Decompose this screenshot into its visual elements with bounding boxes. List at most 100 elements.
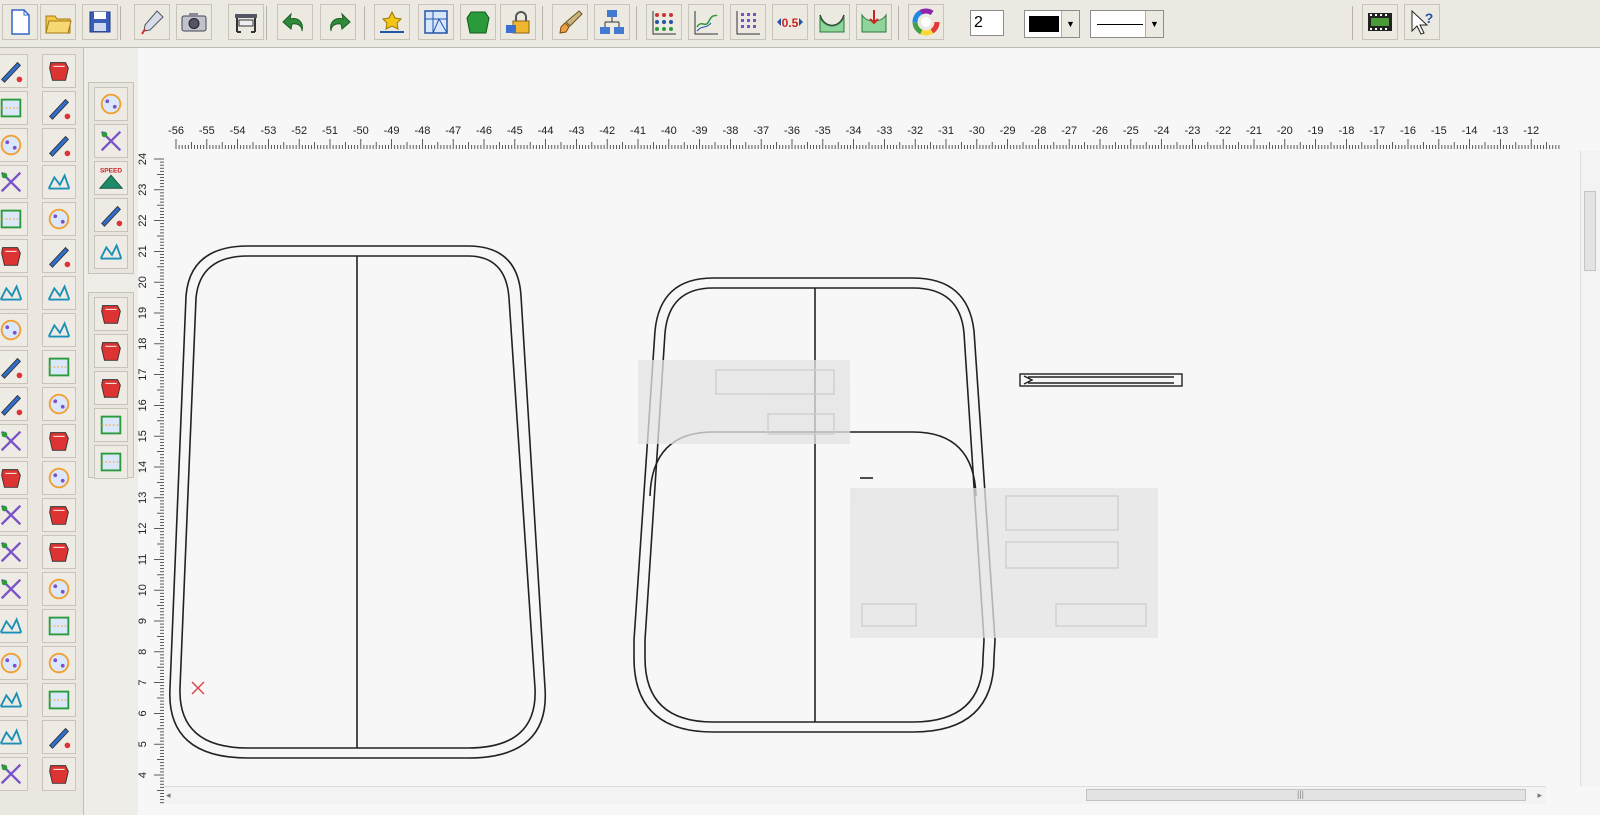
notch-tool[interactable] bbox=[42, 424, 76, 458]
undo-arrow-button[interactable] bbox=[277, 4, 313, 40]
color-wheel-button[interactable] bbox=[908, 4, 944, 40]
sleeve-tool[interactable] bbox=[42, 165, 76, 199]
measure-tool[interactable] bbox=[42, 239, 76, 273]
arc-green-button[interactable] bbox=[814, 4, 850, 40]
line-width-input[interactable] bbox=[970, 10, 1004, 36]
button-tool[interactable] bbox=[42, 276, 76, 310]
horizontal-scrollbar[interactable]: ◂ ||| ▸ bbox=[164, 786, 1546, 804]
blue-piece-tool[interactable] bbox=[0, 424, 28, 458]
mirror-piece-icon bbox=[49, 506, 69, 525]
film-strip-button[interactable] bbox=[1362, 4, 1398, 40]
anchor-cross-marker[interactable] bbox=[191, 681, 205, 695]
rotate-arrow-tool[interactable] bbox=[42, 461, 76, 495]
delete-piece-icon bbox=[99, 243, 123, 260]
tag-tool[interactable] bbox=[0, 387, 28, 421]
ruler-label: 14 bbox=[138, 461, 149, 473]
scroll-thumb[interactable] bbox=[1584, 191, 1596, 271]
pattern-strip[interactable] bbox=[1019, 373, 1183, 387]
split-piece-tool[interactable] bbox=[0, 498, 28, 532]
drawing-surface[interactable] bbox=[138, 48, 1600, 815]
new-file-button[interactable] bbox=[2, 4, 38, 40]
scale-0-5-button[interactable]: 0.5 bbox=[772, 4, 808, 40]
select-arrow-icon bbox=[1, 61, 23, 83]
grid-table-button[interactable] bbox=[730, 4, 766, 40]
zigzag-film-tool[interactable] bbox=[94, 445, 128, 479]
star-measure-button[interactable] bbox=[374, 4, 410, 40]
dashed-square-tool[interactable] bbox=[94, 408, 128, 442]
rectangle-icon bbox=[0, 134, 22, 156]
mirror-piece-tool[interactable] bbox=[42, 498, 76, 532]
grid-window-icon bbox=[424, 10, 448, 34]
dashed-piece-tool[interactable] bbox=[42, 128, 76, 162]
fold-piece-tool[interactable] bbox=[0, 461, 28, 495]
jar-tool[interactable] bbox=[42, 609, 76, 643]
paint-piece-tool[interactable] bbox=[42, 683, 76, 717]
triangle-tool[interactable] bbox=[0, 609, 28, 643]
dotted-line-tool[interactable] bbox=[0, 165, 28, 199]
delete-piece-tool[interactable] bbox=[94, 235, 128, 269]
plotter-button[interactable] bbox=[228, 4, 264, 40]
double-rect-tool[interactable] bbox=[94, 371, 128, 405]
pen-color-select[interactable]: ▼ bbox=[1024, 10, 1080, 38]
ruler-label: -34 bbox=[846, 125, 862, 137]
lock-layers-button[interactable] bbox=[500, 4, 536, 40]
text-tool[interactable] bbox=[0, 757, 28, 791]
cylinder-tool[interactable] bbox=[94, 334, 128, 368]
hand-cursor-tool[interactable] bbox=[42, 720, 76, 754]
brush-button[interactable] bbox=[552, 4, 588, 40]
grid-window-button[interactable] bbox=[418, 4, 454, 40]
ladder-tool[interactable] bbox=[0, 720, 28, 754]
line-style-select[interactable]: ▼ bbox=[1090, 10, 1164, 38]
select-arrow-tool[interactable] bbox=[0, 54, 28, 88]
pattern-canvas[interactable]: -56 -55 -54 -53 -52 -51 -50 -49 -48 -47 -46 -45 -44 -… bbox=[138, 48, 1600, 815]
vertical-scrollbar[interactable] bbox=[1580, 151, 1600, 786]
ruler-label: -33 bbox=[876, 125, 892, 137]
camera-button[interactable] bbox=[176, 4, 212, 40]
cut-line-tool[interactable] bbox=[94, 124, 128, 158]
redo-arrow-icon bbox=[330, 12, 351, 32]
speed-icon: SPEED bbox=[98, 167, 124, 189]
trapezoid-tool[interactable] bbox=[94, 297, 128, 331]
scroll-thumb[interactable]: ||| bbox=[1086, 789, 1526, 801]
save-disk-button[interactable] bbox=[82, 4, 118, 40]
help-cursor-button[interactable]: ? bbox=[1404, 4, 1440, 40]
pen-tool-button[interactable] bbox=[134, 4, 170, 40]
pie-cut-tool[interactable] bbox=[42, 350, 76, 384]
scissors-tool[interactable] bbox=[0, 646, 28, 680]
pencil-tool[interactable] bbox=[0, 91, 28, 125]
chain-link-tool[interactable] bbox=[0, 239, 28, 273]
dart-tool[interactable] bbox=[42, 646, 76, 680]
gradient-tool[interactable] bbox=[42, 757, 76, 791]
sewing-machine-tool[interactable] bbox=[42, 387, 76, 421]
intersect-tool[interactable] bbox=[0, 202, 28, 236]
curve-chart-button[interactable] bbox=[688, 4, 724, 40]
network-button[interactable] bbox=[594, 4, 630, 40]
spiral-tool[interactable] bbox=[0, 535, 28, 569]
rectangle-tool[interactable] bbox=[0, 128, 28, 162]
select-box-tool[interactable] bbox=[42, 54, 76, 88]
speed-label: SPEED bbox=[100, 167, 122, 174]
ruler-label: 7 bbox=[138, 680, 149, 686]
arc-red-button[interactable] bbox=[856, 4, 892, 40]
quad-tool[interactable] bbox=[42, 572, 76, 606]
zigzag-tool[interactable] bbox=[94, 198, 128, 232]
cross-cut-tool[interactable] bbox=[0, 313, 28, 347]
pattern-piece-left[interactable] bbox=[169, 245, 547, 759]
green-piece-button[interactable] bbox=[460, 4, 496, 40]
plus-minus-tool[interactable] bbox=[0, 572, 28, 606]
scroll-right-arrow-icon[interactable]: ▸ bbox=[1537, 790, 1542, 801]
pocket-tool[interactable] bbox=[42, 91, 76, 125]
grid-mesh-tool[interactable] bbox=[42, 313, 76, 347]
redo-arrow-button[interactable] bbox=[320, 4, 356, 40]
speed-tool[interactable]: SPEED bbox=[94, 161, 128, 195]
compass-tool[interactable] bbox=[0, 276, 28, 310]
stitch-line-tool[interactable] bbox=[0, 683, 28, 717]
dot-grid-button[interactable] bbox=[646, 4, 682, 40]
pleat-tool[interactable] bbox=[42, 535, 76, 569]
seam-allowance-tool[interactable] bbox=[94, 87, 128, 121]
sleeve-icon bbox=[47, 173, 71, 190]
shift-piece-tool[interactable] bbox=[42, 202, 76, 236]
ruler-pencil-tool[interactable] bbox=[0, 350, 28, 384]
open-folder-button[interactable] bbox=[40, 4, 76, 40]
scroll-left-arrow-icon[interactable]: ◂ bbox=[166, 790, 171, 801]
